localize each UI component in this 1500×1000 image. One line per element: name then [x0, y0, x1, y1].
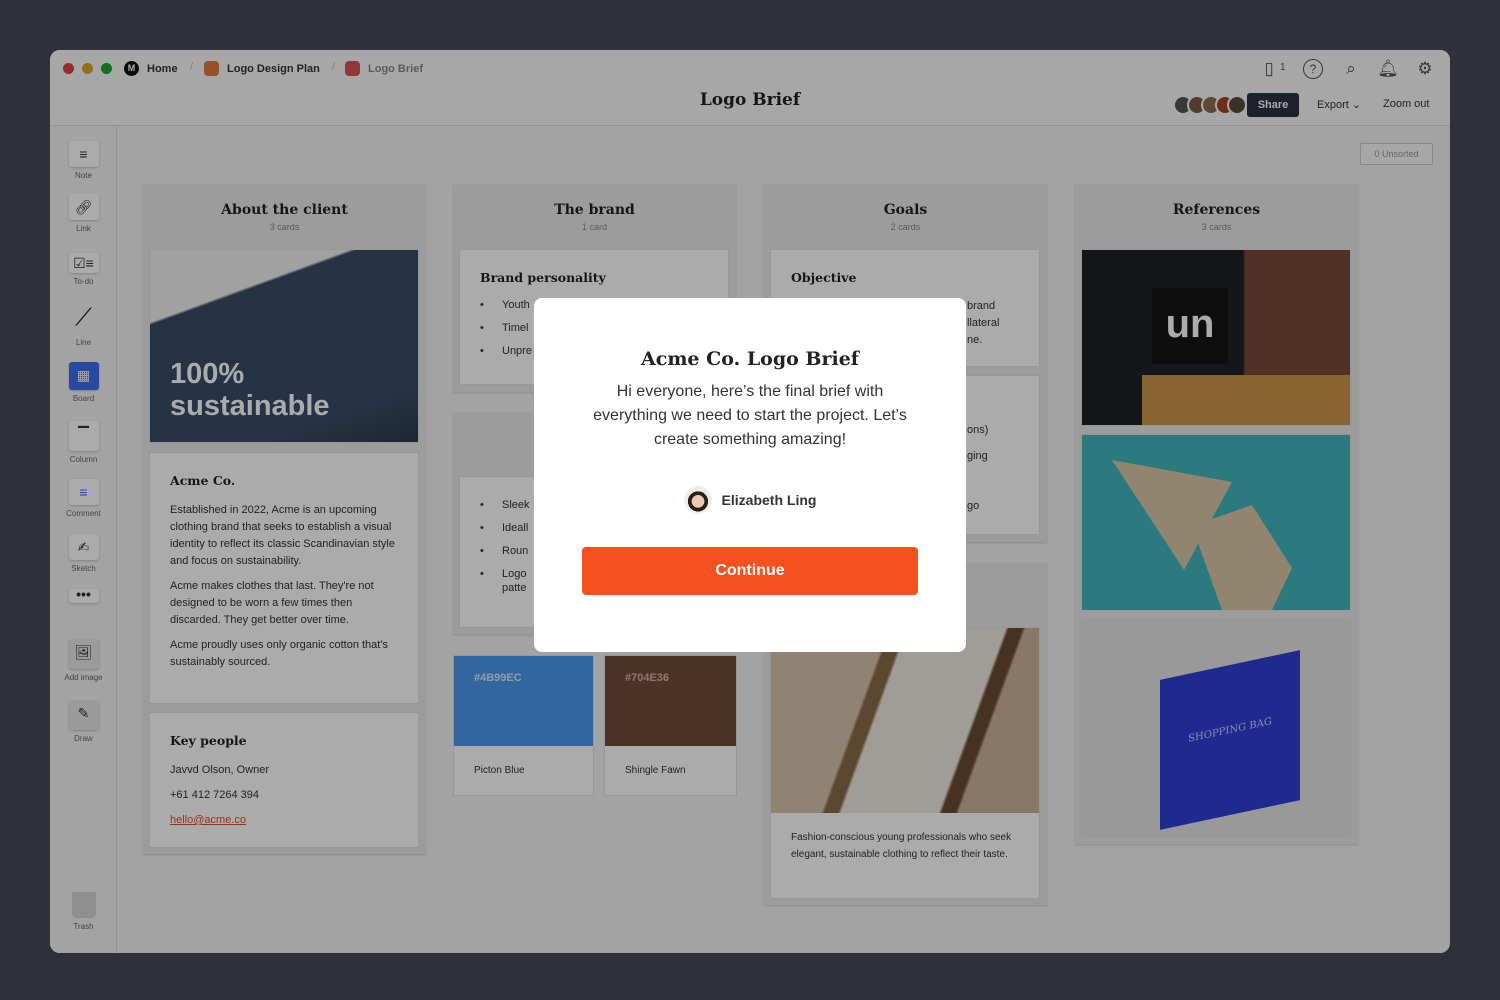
avatar	[683, 486, 712, 514]
welcome-modal: Acme Co. Logo Brief Hi everyone, here’s …	[534, 298, 966, 652]
modal-author: Elizabeth Ling	[534, 486, 966, 514]
continue-button[interactable]: Continue	[582, 547, 918, 595]
author-name: Elizabeth Ling	[721, 492, 817, 508]
modal-message: Hi everyone, here’s the final brief with…	[593, 383, 907, 448]
modal-title: Acme Co. Logo Brief	[641, 348, 859, 370]
